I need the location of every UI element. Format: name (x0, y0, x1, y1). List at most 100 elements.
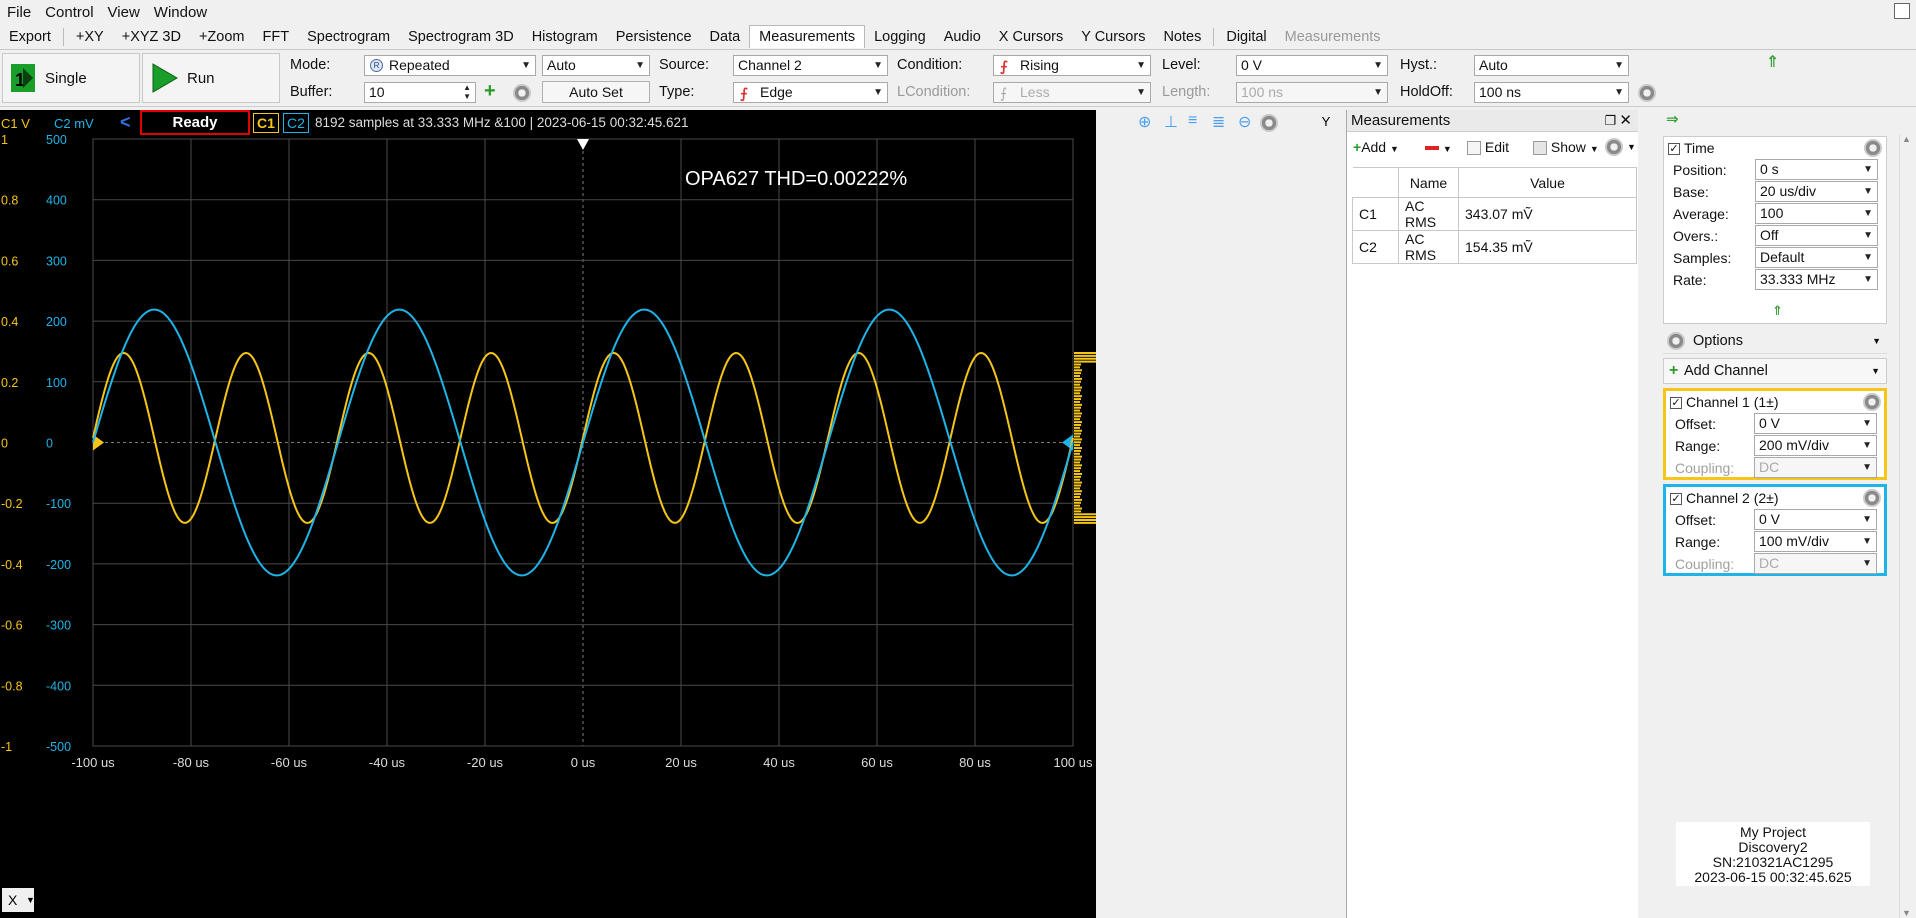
tab-export[interactable]: Export (0, 26, 60, 48)
ch1-range-label: Range: (1675, 438, 1721, 454)
tab-xy[interactable]: +XY (67, 26, 113, 48)
tab-x-cursors[interactable]: X Cursors (990, 26, 1072, 48)
tab-measurements-dim[interactable]: Measurements (1276, 26, 1390, 48)
restore-window-icon[interactable]: ❐ (1604, 110, 1616, 132)
ch1-range-select[interactable]: 200 mV/div ▼ (1754, 435, 1877, 456)
rate-select[interactable]: 33.333 MHz ▼ (1755, 269, 1878, 290)
tab-xyz-3d[interactable]: +XYZ 3D (113, 26, 190, 48)
c2-tag[interactable]: C2 (283, 113, 309, 133)
magnifier-icon[interactable]: ⊖ (1238, 112, 1251, 132)
zoom-vertical-icon[interactable]: ≡ (1188, 112, 1197, 130)
run-button[interactable]: Run (142, 53, 280, 103)
ch2-range-select[interactable]: 100 mV/div ▼ (1754, 531, 1877, 552)
ch1-coupling-select[interactable]: DC ▼ (1754, 457, 1877, 478)
gear-icon[interactable] (1638, 84, 1656, 102)
ch2-offset-input[interactable]: 0 V ▼ (1754, 509, 1877, 530)
gear-icon[interactable] (513, 84, 531, 102)
level-input[interactable]: 0 V ▼ (1236, 55, 1388, 76)
ch2-coupling-select[interactable]: DC ▼ (1754, 553, 1877, 574)
arrow-right-icon[interactable]: ⇒ (1666, 110, 1679, 128)
holdoff-input[interactable]: 100 ns ▼ (1474, 82, 1629, 103)
hyst-input[interactable]: Auto ▼ (1474, 55, 1629, 76)
single-button[interactable]: 1 Single (2, 53, 140, 103)
edit-icon (1467, 141, 1481, 156)
channel1-checkbox[interactable]: ✓ (1670, 397, 1682, 410)
average-select[interactable]: 100 ▼ (1755, 203, 1878, 224)
scroll-down-icon[interactable]: ▼ (1902, 908, 1911, 918)
overs-select[interactable]: Off ▼ (1755, 225, 1878, 246)
chevron-down-icon: ▼ (1373, 60, 1383, 71)
y1-tick-label: 0.6 (1, 254, 18, 268)
plus-icon[interactable]: + (484, 80, 496, 103)
collapse-up-icon[interactable]: ⇑ (1772, 303, 1783, 319)
table-row[interactable]: C1 AC RMS 343.07 mṼ (1352, 197, 1637, 231)
measurements-header: Measurements ❐ ✕ (1347, 110, 1638, 132)
y2-tick-label: 400 (46, 194, 67, 208)
ch1-offset-input[interactable]: 0 V ▼ (1754, 413, 1877, 434)
collapse-up-icon[interactable]: ⇑ (1766, 52, 1779, 72)
gear-icon[interactable] (1863, 489, 1881, 507)
edit-measurement-button[interactable]: Edit (1467, 139, 1509, 156)
menu-window[interactable]: Window (147, 4, 214, 21)
tab-y-cursors[interactable]: Y Cursors (1072, 26, 1154, 48)
c1-tag[interactable]: C1 (253, 113, 279, 133)
source-select[interactable]: Channel 2 ▼ (733, 55, 888, 76)
time-checkbox[interactable]: ✓ (1668, 143, 1680, 156)
ch1-range-value: 200 mV/div (1759, 437, 1830, 453)
scroll-up-icon[interactable]: ▲ (1902, 134, 1911, 144)
show-measurement-button[interactable]: Show ▼ (1533, 139, 1599, 156)
chevron-left-icon[interactable]: < (120, 112, 131, 133)
plot-settings-gear-icon[interactable] (1260, 114, 1278, 132)
zoom-in-icon[interactable]: ⊕ (1138, 112, 1151, 132)
mode-select[interactable]: R Repeated ▼ (364, 55, 536, 76)
tab-histogram[interactable]: Histogram (523, 26, 607, 48)
add-measurement-button[interactable]: +Add ▼ (1353, 139, 1399, 155)
rising-edge-icon: ⨍ (1000, 58, 1008, 74)
position-input[interactable]: 0 s ▼ (1755, 159, 1878, 180)
chevron-down-icon: ▼ (1871, 366, 1880, 376)
zoom-horizontal-icon[interactable]: ≣ (1212, 112, 1225, 132)
settings-scrollbar[interactable]: ▲ ▼ (1899, 134, 1913, 918)
table-row[interactable]: C2 AC RMS 154.35 mṼ (1352, 230, 1637, 264)
tab-spectrogram[interactable]: Spectrogram (298, 26, 399, 48)
condition-select[interactable]: ⨍ Rising ▼ (993, 55, 1151, 76)
buffer-stepper[interactable]: 10 ▲ ▼ (364, 82, 476, 103)
tab-logging[interactable]: Logging (865, 26, 935, 48)
tab-zoom[interactable]: +Zoom (190, 26, 254, 48)
window-icon[interactable] (1894, 3, 1910, 19)
menu-file[interactable]: File (0, 4, 38, 21)
tab-measurements[interactable]: Measurements (749, 25, 866, 48)
tab-spectrogram-3d[interactable]: Spectrogram 3D (399, 26, 523, 48)
length-input[interactable]: 100 ns ▼ (1236, 82, 1388, 103)
type-select[interactable]: ⨍ Edge ▼ (733, 82, 888, 103)
auto-set-button[interactable]: Auto Set (542, 81, 650, 103)
menu-view[interactable]: View (101, 4, 147, 21)
stepper-arrows-icon[interactable]: ▲ ▼ (463, 83, 471, 101)
menu-control[interactable]: Control (38, 4, 100, 21)
condition-label: Condition: (897, 57, 963, 73)
samples-select[interactable]: Default ▼ (1755, 247, 1878, 268)
tab-fft[interactable]: FFT (254, 26, 299, 48)
lcondition-select[interactable]: ⨍ Less ▼ (993, 82, 1151, 103)
gear-icon[interactable] (1864, 139, 1882, 157)
close-icon[interactable]: ✕ (1619, 110, 1632, 132)
tab-data[interactable]: Data (701, 26, 750, 48)
base-select[interactable]: 20 us/div ▼ (1755, 181, 1878, 202)
chevron-down-icon[interactable]: ▼ (1627, 142, 1636, 152)
zoom-fit-icon[interactable]: ⊥ (1164, 112, 1178, 132)
add-channel-button[interactable]: + Add Channel ▼ (1663, 358, 1887, 384)
x-axis-button[interactable]: X ▼ (2, 888, 35, 912)
x-tick-label: -100 us (71, 755, 115, 770)
remove-measurement-button[interactable]: ▼ (1425, 139, 1452, 155)
tab-digital[interactable]: Digital (1217, 26, 1275, 48)
gear-icon[interactable] (1605, 138, 1623, 156)
options-row[interactable]: Options ▼ (1663, 328, 1887, 354)
gear-icon[interactable] (1863, 393, 1881, 411)
waveform-chart[interactable]: -100 us -80 us -60 us -40 us -20 us 0 us 20 us… (0, 135, 1096, 918)
tab-audio[interactable]: Audio (935, 26, 990, 48)
tab-persistence[interactable]: Persistence (607, 26, 701, 48)
y-axis-button[interactable]: Y (1316, 112, 1336, 132)
channel2-checkbox[interactable]: ✓ (1670, 493, 1682, 506)
mode-aux-select[interactable]: Auto ▼ (542, 55, 650, 76)
tab-notes[interactable]: Notes (1154, 26, 1210, 48)
